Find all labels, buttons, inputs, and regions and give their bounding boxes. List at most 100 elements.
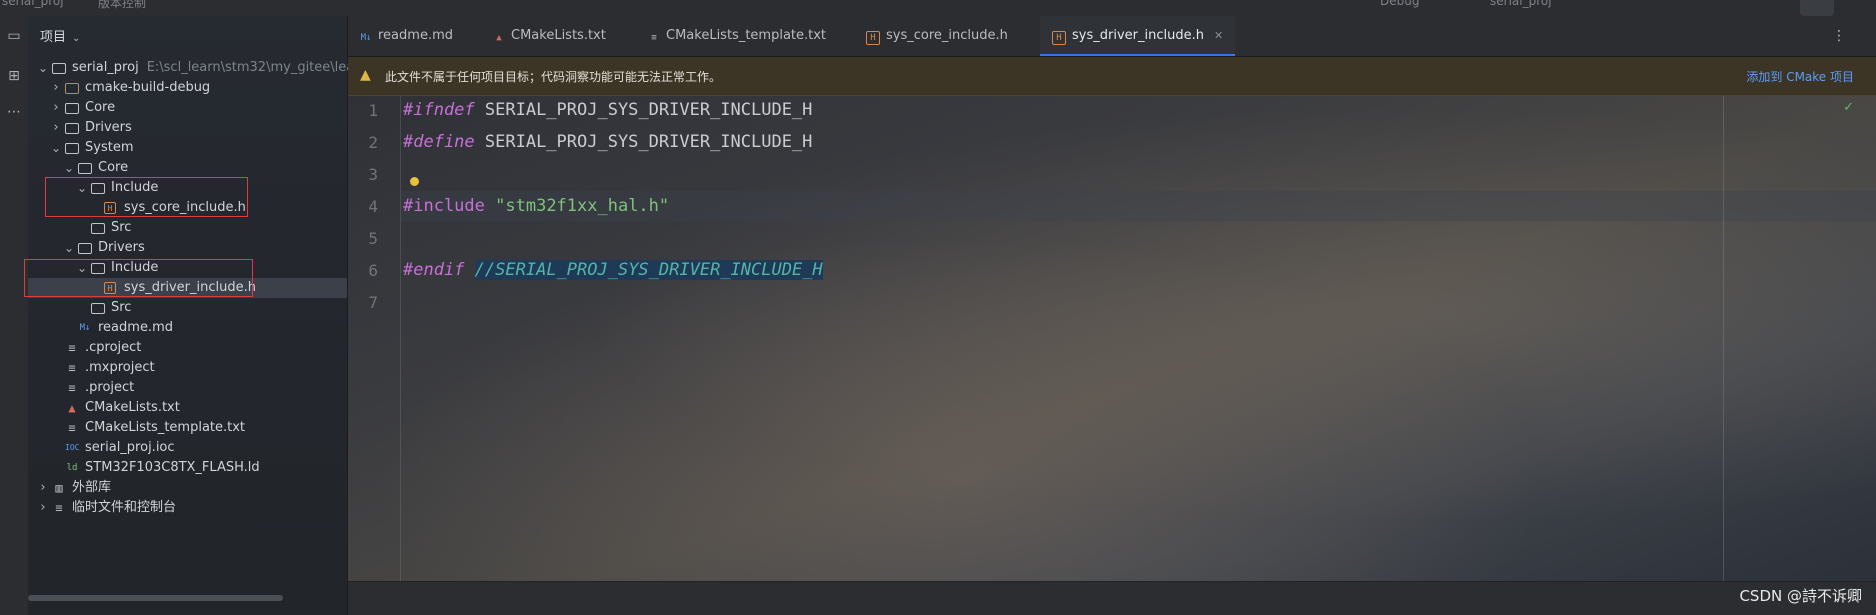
chevron-right-icon[interactable]: ›: [51, 118, 61, 138]
horizontal-scrollbar[interactable]: [28, 595, 283, 601]
line-number: 4: [368, 197, 378, 216]
code-keyword: #include: [403, 196, 485, 216]
line-number: 5: [368, 229, 378, 248]
title-ghost-vcs: 版本控制: [98, 0, 147, 10]
folder-icon: [65, 123, 79, 134]
right-margin-guide: [1723, 96, 1724, 581]
chevron-down-icon[interactable]: ⌄: [64, 158, 74, 178]
tree-row-name: .mxproject: [85, 360, 155, 375]
warning-icon: ▲: [360, 67, 371, 83]
tree-row[interactable]: › ▥ 外部库: [28, 478, 347, 498]
tree-row[interactable]: Src: [28, 298, 347, 318]
tree-row-label: serial_proj E:\scl_learn\stm32\my_gitee\l…: [72, 58, 360, 78]
folder-icon: [65, 103, 79, 114]
inspection-ok-icon[interactable]: ✓: [1843, 100, 1854, 115]
chevron-down-icon[interactable]: ⌄: [51, 138, 61, 158]
tree-row[interactable]: IOC serial_proj.ioc: [28, 438, 347, 458]
text-file-icon: ≡: [68, 421, 76, 435]
tree-row[interactable]: ≡ .mxproject: [28, 358, 347, 378]
line-number: 3: [368, 165, 378, 184]
tree-row[interactable]: ld STM32F103C8TX_FLASH.ld: [28, 458, 347, 478]
folder-icon-orange: [65, 83, 79, 94]
tree-row-label: CMakeLists.txt: [85, 398, 180, 418]
tab-cmakelists-template[interactable]: ≡ CMakeLists_template.txt: [648, 16, 826, 56]
chevron-right-icon[interactable]: ›: [51, 78, 61, 98]
tree-row-label: STM32F103C8TX_FLASH.ld: [85, 458, 260, 478]
project-folder-icon[interactable]: ▭: [4, 26, 24, 46]
line-number: 2: [368, 133, 378, 152]
close-icon[interactable]: ✕: [1214, 29, 1223, 42]
tree-row-label: 临时文件和控制台: [72, 498, 176, 518]
tree-row-label: CMakeLists_template.txt: [85, 418, 245, 438]
ioc-file-icon: IOC: [65, 443, 80, 452]
cmake-file-icon: ▲: [496, 33, 502, 43]
code-keyword: #define: [403, 132, 475, 152]
chevron-right-icon[interactable]: ›: [38, 498, 48, 518]
tree-row-label: readme.md: [98, 318, 173, 338]
structure-icon[interactable]: ⊞: [4, 66, 24, 86]
tree-row[interactable]: ⌄ serial_proj E:\scl_learn\stm32\my_gitee\…: [28, 58, 360, 78]
code-identifier: SERIAL_PROJ_SYS_DRIVER_INCLUDE_H: [474, 132, 813, 152]
chevron-right-icon[interactable]: ›: [38, 478, 48, 498]
tree-row[interactable]: M↓ readme.md: [28, 318, 347, 338]
tree-row[interactable]: › Drivers: [28, 118, 347, 138]
tree-row-name: .project: [85, 380, 135, 395]
tree-row[interactable]: ≡ .project: [28, 378, 347, 398]
text-file-icon: ≡: [68, 341, 76, 355]
project-path: E:\scl_learn\stm32\my_gitee\lear: [146, 60, 360, 75]
add-to-cmake-link[interactable]: 添加到 CMake 项目: [1746, 68, 1854, 85]
tree-row[interactable]: › Core: [28, 98, 347, 118]
tree-row-name: serial_proj.ioc: [85, 440, 175, 455]
tree-row[interactable]: Src: [28, 218, 347, 238]
tree-row-name: 外部库: [72, 480, 112, 495]
tree-row[interactable]: ≡ CMakeLists_template.txt: [28, 418, 347, 438]
more-icon[interactable]: ⋯: [4, 102, 24, 122]
tab-readme[interactable]: M↓ readme.md: [360, 16, 453, 56]
folder-icon: [78, 243, 92, 254]
tree-row[interactable]: ⌄ Drivers: [28, 238, 347, 258]
title-ghost-project: serial_proj: [2, 0, 64, 8]
chevron-right-icon[interactable]: ›: [51, 98, 61, 118]
line-number: 6: [368, 261, 378, 280]
toolbar-button[interactable]: [1800, 0, 1834, 16]
folder-icon: [65, 143, 79, 154]
tree-row[interactable]: ⌄ System: [28, 138, 347, 158]
tab-sys-driver-include[interactable]: Hsys_driver_include.h ✕: [1040, 16, 1236, 56]
tree-row-label: .mxproject: [85, 358, 155, 378]
text-file-icon: ≡: [651, 33, 657, 43]
chevron-down-icon[interactable]: ⌄: [64, 238, 74, 258]
tree-row-name: Core: [85, 100, 116, 115]
title-ghost-config: Debug: [1380, 0, 1420, 8]
tree-row[interactable]: ⌄ Core: [28, 158, 347, 178]
tab-cmakelists[interactable]: ▲ CMakeLists.txt: [493, 16, 606, 56]
tree-row-name: STM32F103C8TX_FLASH.ld: [85, 460, 260, 475]
code-line: #endif //SERIAL_PROJ_SYS_DRIVER_INCLUDE_…: [403, 260, 823, 280]
tree-row-label: Core: [85, 98, 115, 118]
tree-row[interactable]: ▲ CMakeLists.txt: [28, 398, 347, 418]
tool-window-bar: ▭ ⊞ ⋯: [0, 16, 29, 615]
tree-row-label: Src: [111, 218, 131, 238]
project-panel-header[interactable]: 项目 ⌄: [40, 26, 80, 45]
code-keyword: #endif: [403, 260, 465, 280]
markdown-file-icon: M↓: [360, 33, 372, 43]
ld-file-icon: ld: [66, 463, 78, 473]
text-file-icon: ≡: [68, 361, 76, 375]
title-ghost-run: serial_proj: [1490, 0, 1552, 8]
lightbulb-icon[interactable]: [410, 177, 419, 186]
title-bar: serial_proj 版本控制 Debug serial_proj: [0, 0, 1876, 16]
tree-row[interactable]: › ≡ 临时文件和控制台: [28, 498, 347, 518]
folder-icon: [52, 63, 66, 74]
project-panel-title: 项目: [40, 30, 67, 45]
tree-row[interactable]: › cmake-build-debug: [28, 78, 347, 98]
chevron-down-icon: ⌄: [72, 33, 81, 44]
tree-row-name: CMakeLists_template.txt: [85, 420, 246, 435]
tab-sys-core-include[interactable]: Hsys_core_include.h: [866, 16, 1008, 56]
tree-row-label: Drivers: [85, 118, 132, 138]
tab-options-icon[interactable]: ⋮: [1832, 28, 1846, 44]
tree-row[interactable]: ≡ .cproject: [28, 338, 347, 358]
line-number: 7: [368, 293, 378, 312]
code-editor[interactable]: ✓ 1 #ifndef SERIAL_PROJ_SYS_DRIVER_INCLUD…: [348, 96, 1876, 581]
chevron-down-icon[interactable]: ⌄: [38, 58, 48, 78]
library-icon: ▥: [55, 481, 63, 495]
tree-row-label: Src: [111, 298, 131, 318]
